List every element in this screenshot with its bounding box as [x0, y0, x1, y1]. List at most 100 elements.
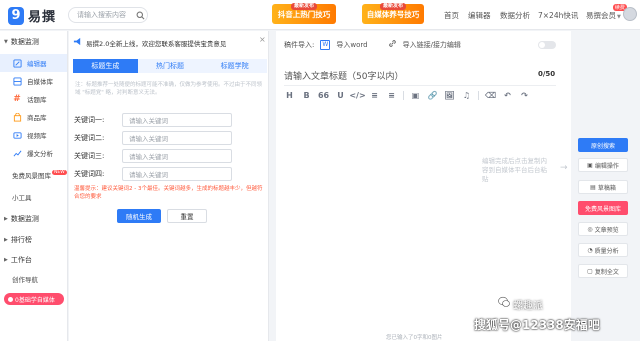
- reset-button[interactable]: 重置: [167, 209, 207, 223]
- drafts-button[interactable]: ▤ 草稿箱: [578, 180, 628, 194]
- code-icon[interactable]: </>: [349, 89, 365, 101]
- sidebar-item-topics[interactable]: # 话题库: [0, 90, 67, 108]
- nav-membership[interactable]: 易撰会员▼ 续费: [586, 4, 627, 21]
- pie-chart-icon: ◔: [587, 246, 593, 254]
- bold-icon[interactable]: B: [301, 89, 312, 101]
- edit-icon: ▣: [587, 161, 593, 169]
- sidebar-item-free-images[interactable]: 免费风景图库 NEW: [12, 170, 67, 180]
- nav-data-analysis[interactable]: 数据分析: [500, 10, 530, 21]
- nav-editor[interactable]: 编辑器: [468, 10, 491, 21]
- nav-membership-label: 易撰会员: [586, 11, 616, 20]
- undo-icon[interactable]: ↶: [502, 89, 513, 101]
- music-icon[interactable]: ♫: [461, 89, 472, 101]
- format-toolbar: H B 66 U </> ≡ ≡ ▣ 🔗 🖼 ♫ ⌫ ↶ ↷: [284, 89, 530, 101]
- notice-text: 易撰2.0全新上线，欢迎您联系客服提供宝贵意见: [86, 39, 227, 48]
- unordered-list-icon[interactable]: ≡: [386, 89, 397, 101]
- sidebar-item-media-library[interactable]: 自媒体库: [0, 72, 67, 90]
- eye-icon: ◎: [587, 225, 593, 233]
- sidebar-item-creator-nav[interactable]: 创作导航: [12, 274, 38, 284]
- article-preview-button[interactable]: ◎ 文章预览: [578, 222, 628, 236]
- underline-icon[interactable]: U: [335, 89, 346, 101]
- copy-icon: ▢: [587, 267, 593, 275]
- heading-icon[interactable]: H: [284, 89, 295, 101]
- word-icon: W: [320, 39, 331, 50]
- action-label: 文章预览: [594, 226, 619, 234]
- dot-icon: [8, 296, 13, 302]
- sidebar-group-workbench[interactable]: ▶ 工作台: [4, 255, 32, 265]
- title-tool-panel: 易撰2.0全新上线，欢迎您联系客服提供宝贵意见 × 标题生成 热门标题 标题学院…: [69, 31, 269, 341]
- quote-icon[interactable]: 66: [318, 89, 329, 101]
- title-input[interactable]: 请输入文章标题（50字以内）: [284, 69, 403, 82]
- logo-text: 易撰: [28, 10, 57, 25]
- tab-title-academy[interactable]: 标题学院: [202, 59, 268, 73]
- tab-title-generate[interactable]: 标题生成: [73, 59, 138, 73]
- clear-format-icon[interactable]: ⌫: [485, 89, 496, 101]
- link-icon[interactable]: 🔗: [427, 89, 438, 101]
- link-icon: [388, 39, 397, 50]
- image-icon[interactable]: 🖼: [444, 89, 455, 101]
- megaphone-icon: [73, 37, 82, 48]
- action-label: 草稿箱: [597, 184, 616, 192]
- sidebar-group-label: 排行榜: [10, 236, 32, 244]
- sidebar-item-label: 爆文分析: [27, 150, 53, 158]
- sidebar-group-rank[interactable]: ▶ 排行榜: [4, 235, 32, 245]
- sidebar-item-editor[interactable]: 编辑器: [0, 54, 67, 72]
- original-search-button[interactable]: 原创搜索: [578, 138, 628, 152]
- sidebar-item-tools[interactable]: 小工具: [12, 192, 32, 202]
- sidebar-group-label: 数据监测: [10, 38, 39, 46]
- word-count: 您已输入了0字和0图片: [386, 335, 443, 341]
- learn-media-pill[interactable]: 0基础学自媒体: [4, 293, 64, 305]
- close-icon[interactable]: ×: [259, 35, 266, 44]
- tip-text: 温馨提示：建议关键词2 - 3个最佳。关键词越多，生成的标题越丰少，但越符合您的…: [74, 186, 263, 200]
- keyword-input-1[interactable]: 请输入关键词: [122, 113, 232, 127]
- sidebar-item-label: 免费风景图库: [12, 172, 51, 180]
- redo-icon[interactable]: ↷: [519, 89, 530, 101]
- notice-bar: 易撰2.0全新上线，欢迎您联系客服提供宝贵意见: [73, 37, 263, 48]
- promo-account-banner[interactable]: 最新发布 自媒体养号技巧: [362, 3, 424, 24]
- sidebar-item-products[interactable]: 商品库: [0, 108, 67, 126]
- search-input[interactable]: 请输入搜索内容: [77, 10, 133, 20]
- keyword-label: 关键词一:: [74, 116, 105, 124]
- sidebar-group-label: 工作台: [10, 256, 32, 264]
- sidebar-group-data-monitor[interactable]: ▼ 数据监测: [4, 37, 39, 47]
- promo-douyin-banner[interactable]: 最新发布 抖音上热门技巧: [272, 3, 336, 24]
- arrow-right-icon: →: [560, 163, 568, 173]
- sidebar-item-videos[interactable]: 视频库: [0, 126, 67, 144]
- import-bar: 稿件导入: W 导入word 导入链接/接力编辑: [284, 39, 461, 50]
- search-icon[interactable]: [133, 8, 147, 22]
- promo-label: 自媒体养号技巧: [366, 9, 420, 19]
- video-icon: [12, 130, 22, 140]
- draft-import-label: 稿件导入:: [284, 40, 315, 49]
- keyword-input-3[interactable]: 请输入关键词: [122, 149, 232, 163]
- image-block-icon[interactable]: ▣: [410, 89, 421, 101]
- promo-label: 抖音上热门技巧: [277, 9, 331, 19]
- toggle-switch[interactable]: [538, 41, 556, 49]
- edit-operations-button[interactable]: ▣ 编辑操作: [578, 158, 628, 172]
- watermark-source: 搜狐号@12338安福吧: [474, 318, 600, 332]
- ordered-list-icon[interactable]: ≡: [369, 89, 380, 101]
- logo[interactable]: 9 易撰: [8, 6, 56, 25]
- logo-mark: 9: [8, 6, 24, 25]
- import-word-button[interactable]: 导入word: [336, 40, 367, 50]
- keyword-input-4[interactable]: 请输入关键词: [122, 167, 232, 181]
- title-tabs: 标题生成 热门标题 标题学院: [73, 59, 268, 73]
- import-link-button[interactable]: 导入链接/接力编辑: [403, 40, 461, 50]
- sidebar-group-monitor[interactable]: ▶ 数据监测: [4, 214, 39, 224]
- free-images-button[interactable]: 免费风景图库: [578, 201, 628, 215]
- copy-all-button[interactable]: ▢ 复制全文: [578, 264, 628, 278]
- quality-analysis-button[interactable]: ◔ 质量分析: [578, 243, 628, 257]
- divider: [284, 85, 556, 86]
- action-label: 原创搜索: [590, 142, 615, 150]
- sidebar-item-label: 视频库: [27, 132, 47, 140]
- tab-hot-titles[interactable]: 热门标题: [137, 59, 203, 73]
- nav-home[interactable]: 首页: [444, 10, 459, 21]
- generate-button[interactable]: 随机生成: [117, 209, 161, 223]
- sidebar-item-hot-analysis[interactable]: 爆文分析: [0, 144, 67, 162]
- nav-news[interactable]: 7×24h快讯: [538, 10, 578, 21]
- keyword-input-2[interactable]: 请输入关键词: [122, 131, 232, 145]
- search-box[interactable]: 请输入搜索内容: [68, 7, 148, 23]
- sidebar-group-label: 数据监测: [10, 215, 39, 223]
- avatar[interactable]: [623, 7, 637, 21]
- article-editor: 稿件导入: W 导入word 导入链接/接力编辑 请输入文章标题（50字以内） …: [276, 31, 571, 341]
- paste-hint: 编辑完成后点击复制内容到自媒体平台后台粘贴: [482, 157, 547, 183]
